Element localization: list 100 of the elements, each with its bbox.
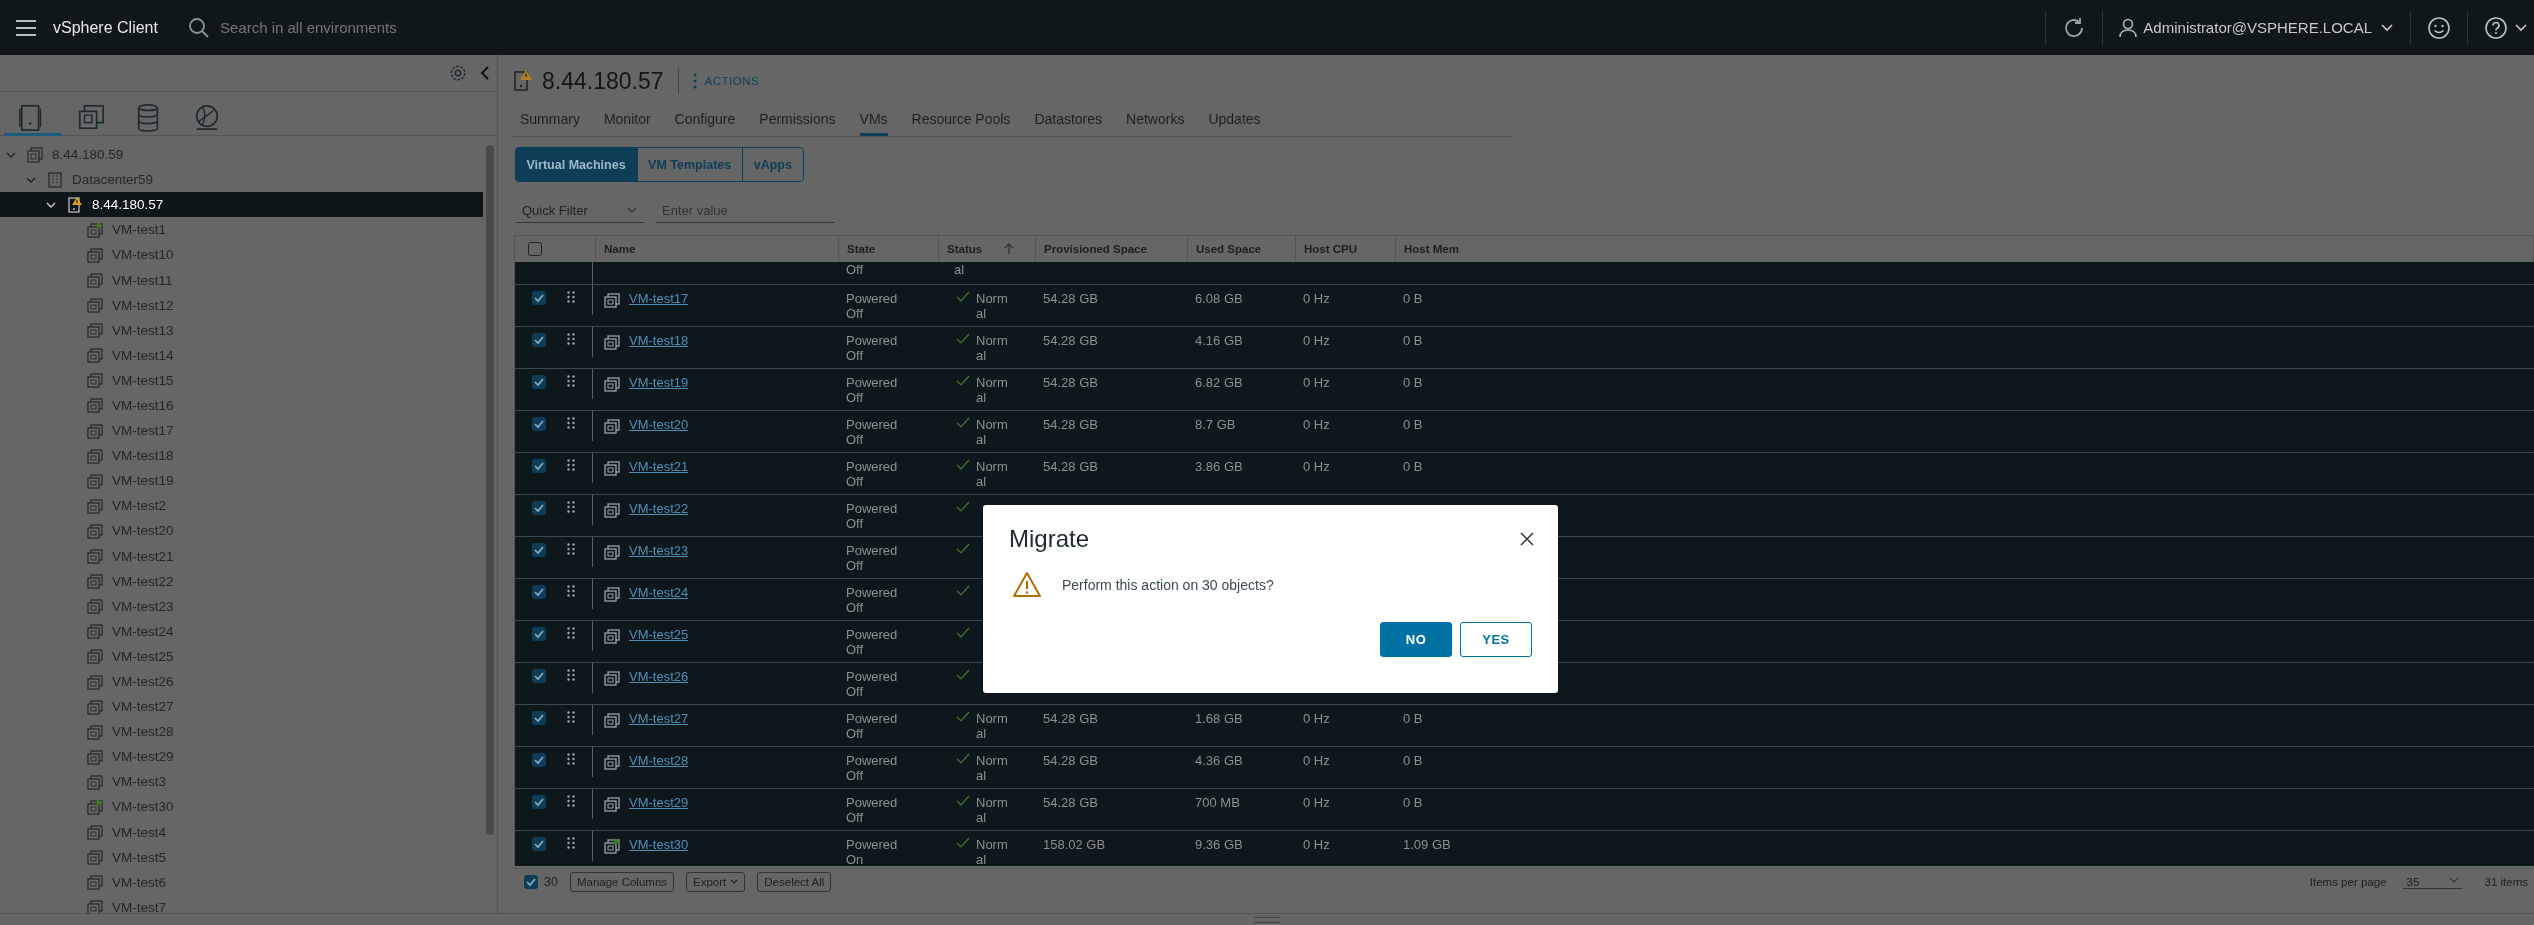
tab[interactable]: VMs [859, 105, 888, 136]
row-checkbox[interactable] [532, 417, 546, 431]
scrollbar[interactable] [486, 145, 494, 835]
vm-link[interactable]: VM-test22 [629, 501, 689, 516]
segment-tab[interactable]: VM Templates [636, 147, 744, 182]
tab[interactable]: Updates [1208, 105, 1261, 136]
tree-item[interactable]: VM-test4 [0, 819, 483, 845]
tree-item[interactable]: VM-test12 [0, 292, 483, 318]
status-text: Normal [976, 459, 1009, 491]
tab[interactable]: Monitor [603, 105, 651, 136]
vm-link[interactable]: VM-test21 [629, 459, 689, 474]
column-header[interactable]: State [847, 243, 876, 255]
row-checkbox[interactable] [532, 837, 546, 851]
vm-link[interactable]: VM-test23 [629, 543, 689, 558]
table-cell: 0 B [1403, 333, 1423, 348]
row-checkbox[interactable] [532, 585, 546, 599]
tree-item[interactable]: VM-test26 [0, 668, 483, 695]
row-checkbox[interactable] [532, 459, 546, 473]
tree-item[interactable]: VM-test17 [0, 418, 483, 444]
tree-item[interactable]: Datacenter59 [0, 167, 483, 193]
items-per-page-dropdown[interactable]: 35 [2402, 875, 2463, 889]
vm-link[interactable]: VM-test24 [629, 585, 689, 600]
dialog-button[interactable]: NO [1380, 622, 1452, 657]
tree-item[interactable]: VM-test21 [0, 543, 483, 569]
tree-item[interactable]: VM-test11 [0, 267, 483, 293]
dialog-button[interactable]: YES [1460, 622, 1532, 657]
tree-item[interactable]: VM-test18 [0, 443, 483, 469]
row-checkbox[interactable] [532, 333, 546, 347]
tree-item[interactable]: 8.44.180.57 [0, 192, 483, 218]
tree-item[interactable]: VM-test29 [0, 744, 483, 770]
row-checkbox[interactable] [532, 291, 546, 305]
footer-button[interactable]: Deselect All [757, 872, 832, 892]
tree-item[interactable]: VM-test2 [0, 493, 483, 519]
vm-link[interactable]: VM-test29 [629, 795, 689, 810]
vm-link[interactable]: VM-test19 [629, 375, 689, 390]
tab[interactable]: Resource Pools [911, 105, 1011, 136]
tab[interactable]: Configure [674, 105, 736, 136]
tree-item[interactable]: VM-test3 [0, 769, 483, 795]
checkmark-icon [956, 333, 970, 345]
search-field[interactable]: Search in all environments [217, 18, 522, 37]
row-checkbox[interactable] [532, 375, 546, 389]
vm-link[interactable]: VM-test30 [629, 837, 689, 852]
tree-item[interactable]: VM-test19 [0, 468, 483, 494]
user-menu[interactable]: Administrator@VSPHERE.LOCAL [2143, 19, 2372, 36]
tree-item[interactable]: VM-test1 [0, 217, 483, 243]
segment-tab[interactable]: vApps [741, 147, 804, 182]
tree-item[interactable]: VM-test6 [0, 869, 483, 895]
tree-item[interactable]: VM-test10 [0, 242, 483, 268]
tree-item[interactable]: VM-test20 [0, 518, 483, 544]
vm-link[interactable]: VM-test28 [629, 753, 689, 768]
row-checkbox[interactable] [532, 711, 546, 725]
footer-button[interactable]: Export [686, 872, 746, 892]
row-checkbox[interactable] [532, 501, 546, 515]
row-checkbox[interactable] [532, 669, 546, 683]
vm-link[interactable]: VM-test20 [629, 417, 689, 432]
segment-tab[interactable]: Virtual Machines [514, 147, 638, 182]
row-checkbox[interactable] [532, 627, 546, 641]
sort-ascending-icon [1004, 243, 1015, 255]
select-all-checkbox[interactable] [528, 242, 542, 256]
tree-item[interactable]: 8.44.180.59 [0, 142, 483, 168]
vm-link[interactable]: VM-test26 [629, 669, 689, 684]
table-cell: 0 Hz [1303, 459, 1330, 474]
tree-item[interactable]: VM-test24 [0, 618, 483, 644]
row-checkbox[interactable] [532, 543, 546, 557]
tree-item[interactable]: VM-test22 [0, 568, 483, 594]
footer-button[interactable]: Manage Columns [569, 872, 675, 892]
tree-item[interactable]: VM-test28 [0, 719, 483, 745]
tree-item[interactable]: VM-test14 [0, 342, 483, 368]
close-button[interactable] [1520, 532, 1534, 546]
actions-menu[interactable]: ACTIONS [704, 75, 760, 87]
tree-item[interactable]: VM-test27 [0, 694, 483, 720]
selection-checkbox[interactable] [524, 875, 538, 889]
column-header[interactable]: Host CPU [1304, 243, 1358, 255]
column-header[interactable]: Provisioned Space [1044, 243, 1147, 255]
tree-item[interactable]: VM-test23 [0, 593, 483, 619]
tree-item[interactable]: VM-test5 [0, 844, 483, 870]
column-header[interactable]: Host Mem [1404, 243, 1459, 255]
tab[interactable]: Networks [1126, 105, 1185, 136]
vm-link[interactable]: VM-test25 [629, 627, 689, 642]
tree-item[interactable]: VM-test30 [0, 794, 483, 820]
row-checkbox[interactable] [532, 753, 546, 767]
status-text: Normal [976, 711, 1009, 743]
tab[interactable]: Datastores [1034, 105, 1103, 136]
tree-item[interactable]: VM-test7 [0, 894, 483, 913]
tab[interactable]: Permissions [759, 105, 836, 136]
tree-item[interactable]: VM-test15 [0, 367, 483, 393]
tree-item[interactable]: VM-test25 [0, 643, 483, 669]
vm-link[interactable]: VM-test27 [629, 711, 689, 726]
vm-link[interactable]: VM-test17 [629, 291, 689, 306]
resize-handle[interactable] [1254, 917, 1280, 923]
quick-filter-dropdown[interactable]: Quick Filter [516, 199, 644, 223]
tab[interactable]: Summary [520, 105, 580, 136]
vm-link[interactable]: VM-test18 [629, 333, 689, 348]
tree-item[interactable]: VM-test13 [0, 317, 483, 343]
row-checkbox[interactable] [532, 795, 546, 809]
column-header[interactable]: Status [947, 243, 983, 255]
column-header[interactable]: Name [604, 243, 636, 255]
table-cell: 54.28 GB [1043, 291, 1098, 306]
tree-item[interactable]: VM-test16 [0, 392, 483, 419]
column-header[interactable]: Used Space [1196, 243, 1262, 255]
